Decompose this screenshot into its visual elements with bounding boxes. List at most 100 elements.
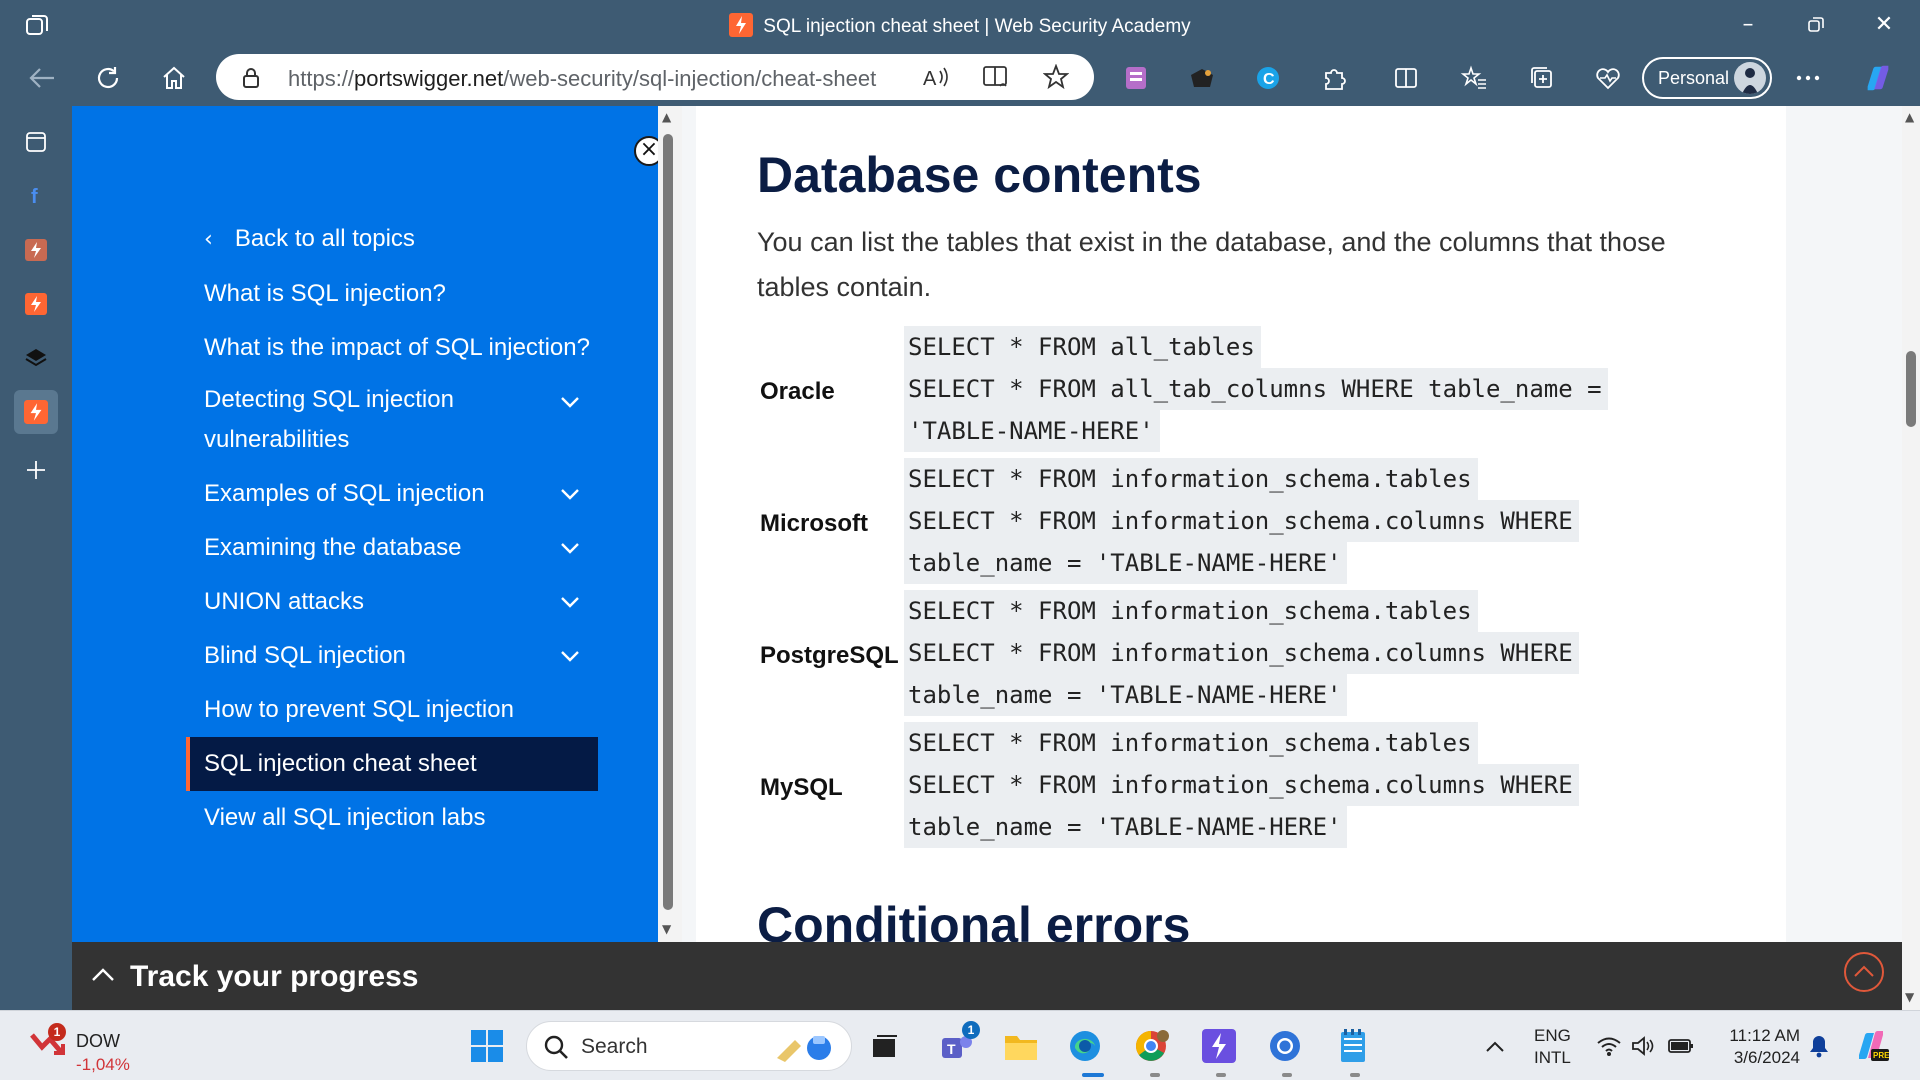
notepad-icon[interactable]	[1332, 1025, 1374, 1067]
portswigger-tab-icon[interactable]	[14, 282, 58, 326]
scroll-up-arrow-icon[interactable]: ▲	[662, 110, 671, 124]
scroll-down-arrow-icon[interactable]: ▼	[1905, 990, 1914, 1004]
extension-dark-icon[interactable]	[1186, 62, 1218, 94]
window-title: SQL injection cheat sheet | Web Security…	[0, 13, 1920, 38]
browser-toolbar: https://portswigger.net/web-security/sql…	[0, 50, 1920, 106]
chrome-blue-icon[interactable]	[1264, 1025, 1306, 1067]
url-text[interactable]: https://portswigger.net/web-security/sql…	[288, 66, 876, 92]
code-line: table_name = 'TABLE-NAME-HERE'	[904, 806, 1348, 848]
home-icon[interactable]	[158, 62, 190, 94]
chevron-up-icon[interactable]	[1474, 1025, 1516, 1067]
chrome-icon[interactable]	[1130, 1025, 1172, 1067]
nav-impact-sqli[interactable]: What is the impact of SQL injection?	[204, 328, 590, 368]
burp-suite-icon[interactable]	[1198, 1025, 1240, 1067]
refresh-icon[interactable]	[92, 62, 124, 94]
avatar	[1734, 62, 1766, 94]
stock-widget[interactable]: 1 DOW -1,04%	[28, 1021, 130, 1074]
code-line: table_name = 'TABLE-NAME-HERE'	[904, 542, 1348, 584]
nav-detecting-sqli[interactable]: Detecting SQL injection vulnerabilities	[204, 380, 454, 460]
chevron-down-icon[interactable]	[559, 591, 581, 613]
back-to-topics-link[interactable]: ‹ Back to all topics	[204, 219, 415, 260]
favorites-icon[interactable]	[1458, 62, 1490, 94]
track-progress-bar[interactable]: Track your progress	[72, 942, 1902, 1010]
read-aloud-icon[interactable]: A	[922, 63, 950, 91]
nav-blind-sqli[interactable]: Blind SQL injection	[204, 636, 406, 676]
immersive-reader-icon[interactable]	[982, 63, 1010, 91]
portswigger-active-tab-icon[interactable]	[14, 390, 58, 434]
teams-icon[interactable]: T 1	[936, 1021, 980, 1067]
layers-tab-icon[interactable]	[14, 336, 58, 380]
split-screen-icon[interactable]	[1390, 62, 1422, 94]
taskbar-search-box[interactable]: Search	[526, 1021, 852, 1071]
nav-union-attacks[interactable]: UNION attacks	[204, 582, 364, 622]
collections-icon[interactable]	[1526, 62, 1558, 94]
nav-examples-sqli[interactable]: Examples of SQL injection	[204, 474, 485, 514]
copilot-pre-icon[interactable]: PRE	[1850, 1025, 1892, 1067]
battery-icon[interactable]	[1660, 1025, 1702, 1067]
stock-change: -1,04%	[76, 1055, 130, 1074]
nav-what-is-sqli[interactable]: What is SQL injection?	[204, 274, 446, 314]
running-indicator	[1282, 1073, 1292, 1077]
chevron-down-icon[interactable]	[559, 537, 581, 559]
close-window-button[interactable]: ✕	[1864, 8, 1904, 42]
copilot-icon[interactable]	[1862, 62, 1894, 94]
restore-button[interactable]	[1796, 8, 1836, 42]
windows-start-icon[interactable]	[466, 1025, 508, 1067]
extensions-puzzle-icon[interactable]	[1318, 62, 1350, 94]
scrollbar-thumb[interactable]	[1906, 351, 1916, 427]
chevron-up-icon[interactable]	[90, 962, 116, 988]
more-options-icon[interactable]	[1792, 62, 1824, 94]
chevron-down-icon[interactable]	[559, 483, 581, 505]
profile-label: Personal	[1658, 68, 1730, 88]
back-arrow-icon[interactable]	[26, 62, 58, 94]
section-heading: Database contents	[757, 147, 1202, 203]
facebook-tab-icon[interactable]: f	[14, 174, 58, 218]
scroll-up-arrow-icon[interactable]: ▲	[1905, 110, 1914, 124]
title-bar: SQL injection cheat sheet | Web Security…	[0, 0, 1920, 50]
language-indicator[interactable]: ENG INTL	[1534, 1025, 1571, 1069]
tab-panel-icon[interactable]	[14, 120, 58, 164]
section-paragraph: You can list the tables that exist in th…	[757, 227, 1666, 302]
db-label-mysql: MySQL	[760, 774, 843, 801]
extension-purple-icon[interactable]	[1120, 62, 1152, 94]
minimize-button[interactable]: –	[1728, 8, 1768, 42]
topics-sidebar: × ‹ Back to all topics What is SQL inject…	[72, 106, 664, 942]
task-view-icon[interactable]	[864, 1025, 906, 1067]
nav-cheat-sheet[interactable]: SQL injection cheat sheet	[204, 744, 477, 784]
chevron-down-icon[interactable]	[559, 645, 581, 667]
nav-prevent-sqli[interactable]: How to prevent SQL injection	[204, 690, 514, 730]
page-scrollbar[interactable]: ▲ ▼	[1902, 106, 1920, 1010]
search-icon	[544, 1035, 568, 1059]
db-label-oracle: Oracle	[760, 378, 835, 405]
volume-icon[interactable]	[1622, 1025, 1664, 1067]
notification-bell-icon[interactable]	[1798, 1025, 1840, 1067]
favorite-star-icon[interactable]	[1042, 63, 1070, 91]
running-indicator	[1216, 1073, 1226, 1077]
nav-examining-database[interactable]: Examining the database	[204, 528, 462, 568]
file-explorer-icon[interactable]	[1000, 1025, 1042, 1067]
chevron-down-icon[interactable]	[559, 391, 581, 413]
sidebar-scrollbar[interactable]: ▲ ▼	[658, 106, 682, 942]
track-progress-label[interactable]: Track your progress	[130, 960, 418, 994]
code-line: SELECT * FROM information_schema.tables	[904, 722, 1478, 764]
portswigger-tab-icon[interactable]	[14, 228, 58, 272]
clock-date: 3/6/2024	[1733, 1048, 1800, 1067]
db-label-microsoft: Microsoft	[760, 510, 868, 537]
svg-text:PRE: PRE	[1873, 1051, 1889, 1060]
nav-view-labs[interactable]: View all SQL injection labs	[204, 798, 485, 838]
scroll-down-arrow-icon[interactable]: ▼	[662, 922, 671, 936]
edge-browser-icon[interactable]	[1064, 1025, 1106, 1067]
back-to-top-icon[interactable]	[1844, 952, 1884, 992]
address-bar[interactable]: https://portswigger.net/web-security/sql…	[216, 54, 1094, 100]
scrollbar-thumb[interactable]	[663, 134, 673, 910]
running-indicator	[1350, 1073, 1360, 1077]
teams-badge: 1	[962, 1021, 980, 1039]
clock[interactable]: 11:12 AM 3/6/2024	[1718, 1025, 1800, 1069]
browser-essentials-icon[interactable]	[1592, 62, 1624, 94]
new-tab-plus-icon[interactable]	[14, 448, 58, 492]
svg-text:A: A	[923, 68, 937, 89]
code-line: SELECT * FROM all_tables	[904, 326, 1261, 368]
lock-icon[interactable]	[242, 67, 260, 89]
profile-button[interactable]: Personal	[1642, 57, 1772, 99]
extension-c-icon[interactable]: C	[1252, 62, 1284, 94]
